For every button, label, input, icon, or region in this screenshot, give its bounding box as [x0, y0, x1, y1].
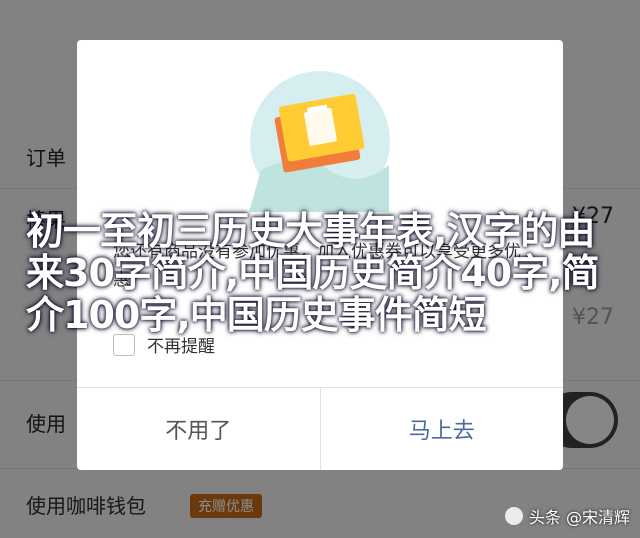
watermark-logo-icon	[504, 507, 523, 525]
dialog-actions: 不用了 马上去	[77, 387, 563, 470]
watermark-text: 头条 @宋清辉	[528, 508, 630, 527]
watermark: 头条 @宋清辉	[504, 504, 630, 528]
overlay-headline-text: 初一至初三历史大事年表,汉字的由来30字简介,中国历史简介40字,简介100字,…	[26, 209, 600, 337]
coffee-cup-tickets-illustration	[249, 71, 390, 212]
cancel-button[interactable]: 不用了	[77, 388, 320, 470]
confirm-button[interactable]: 马上去	[319, 388, 564, 470]
